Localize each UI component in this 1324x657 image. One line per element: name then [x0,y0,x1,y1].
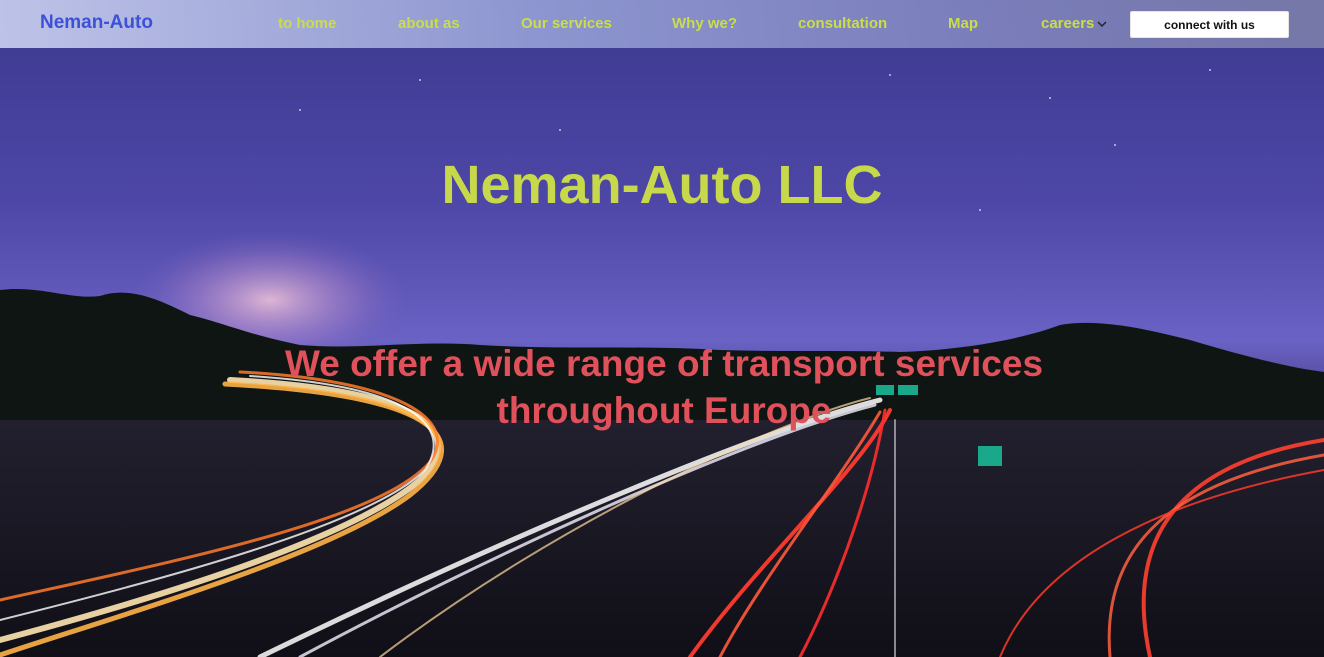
chevron-down-icon [1097,21,1107,28]
nav-link-consultation[interactable]: consultation [798,15,887,32]
top-navbar: Neman-Auto to home about as Our services… [0,0,1324,48]
connect-with-us-button[interactable]: connect with us [1130,11,1289,38]
nav-link-home[interactable]: to home [278,15,336,32]
nav-link-why-we[interactable]: Why we? [672,15,737,32]
highway-night-illustration [0,69,1324,657]
nav-link-map[interactable]: Map [948,15,978,32]
hero-background-image [0,0,1324,657]
nav-link-services[interactable]: Our services [521,15,612,32]
hero-title: Neman-Auto LLC [441,155,883,215]
nav-careers-label: careers [1041,15,1095,32]
nav-link-about[interactable]: about as [398,15,460,32]
nav-dropdown-careers[interactable]: careers [1041,15,1107,32]
brand-logo-link[interactable]: Neman-Auto [40,12,153,34]
hero-subtitle: We offer a wide range of transport servi… [284,343,1044,431]
page: Neman-Auto to home about as Our services… [0,0,1324,657]
